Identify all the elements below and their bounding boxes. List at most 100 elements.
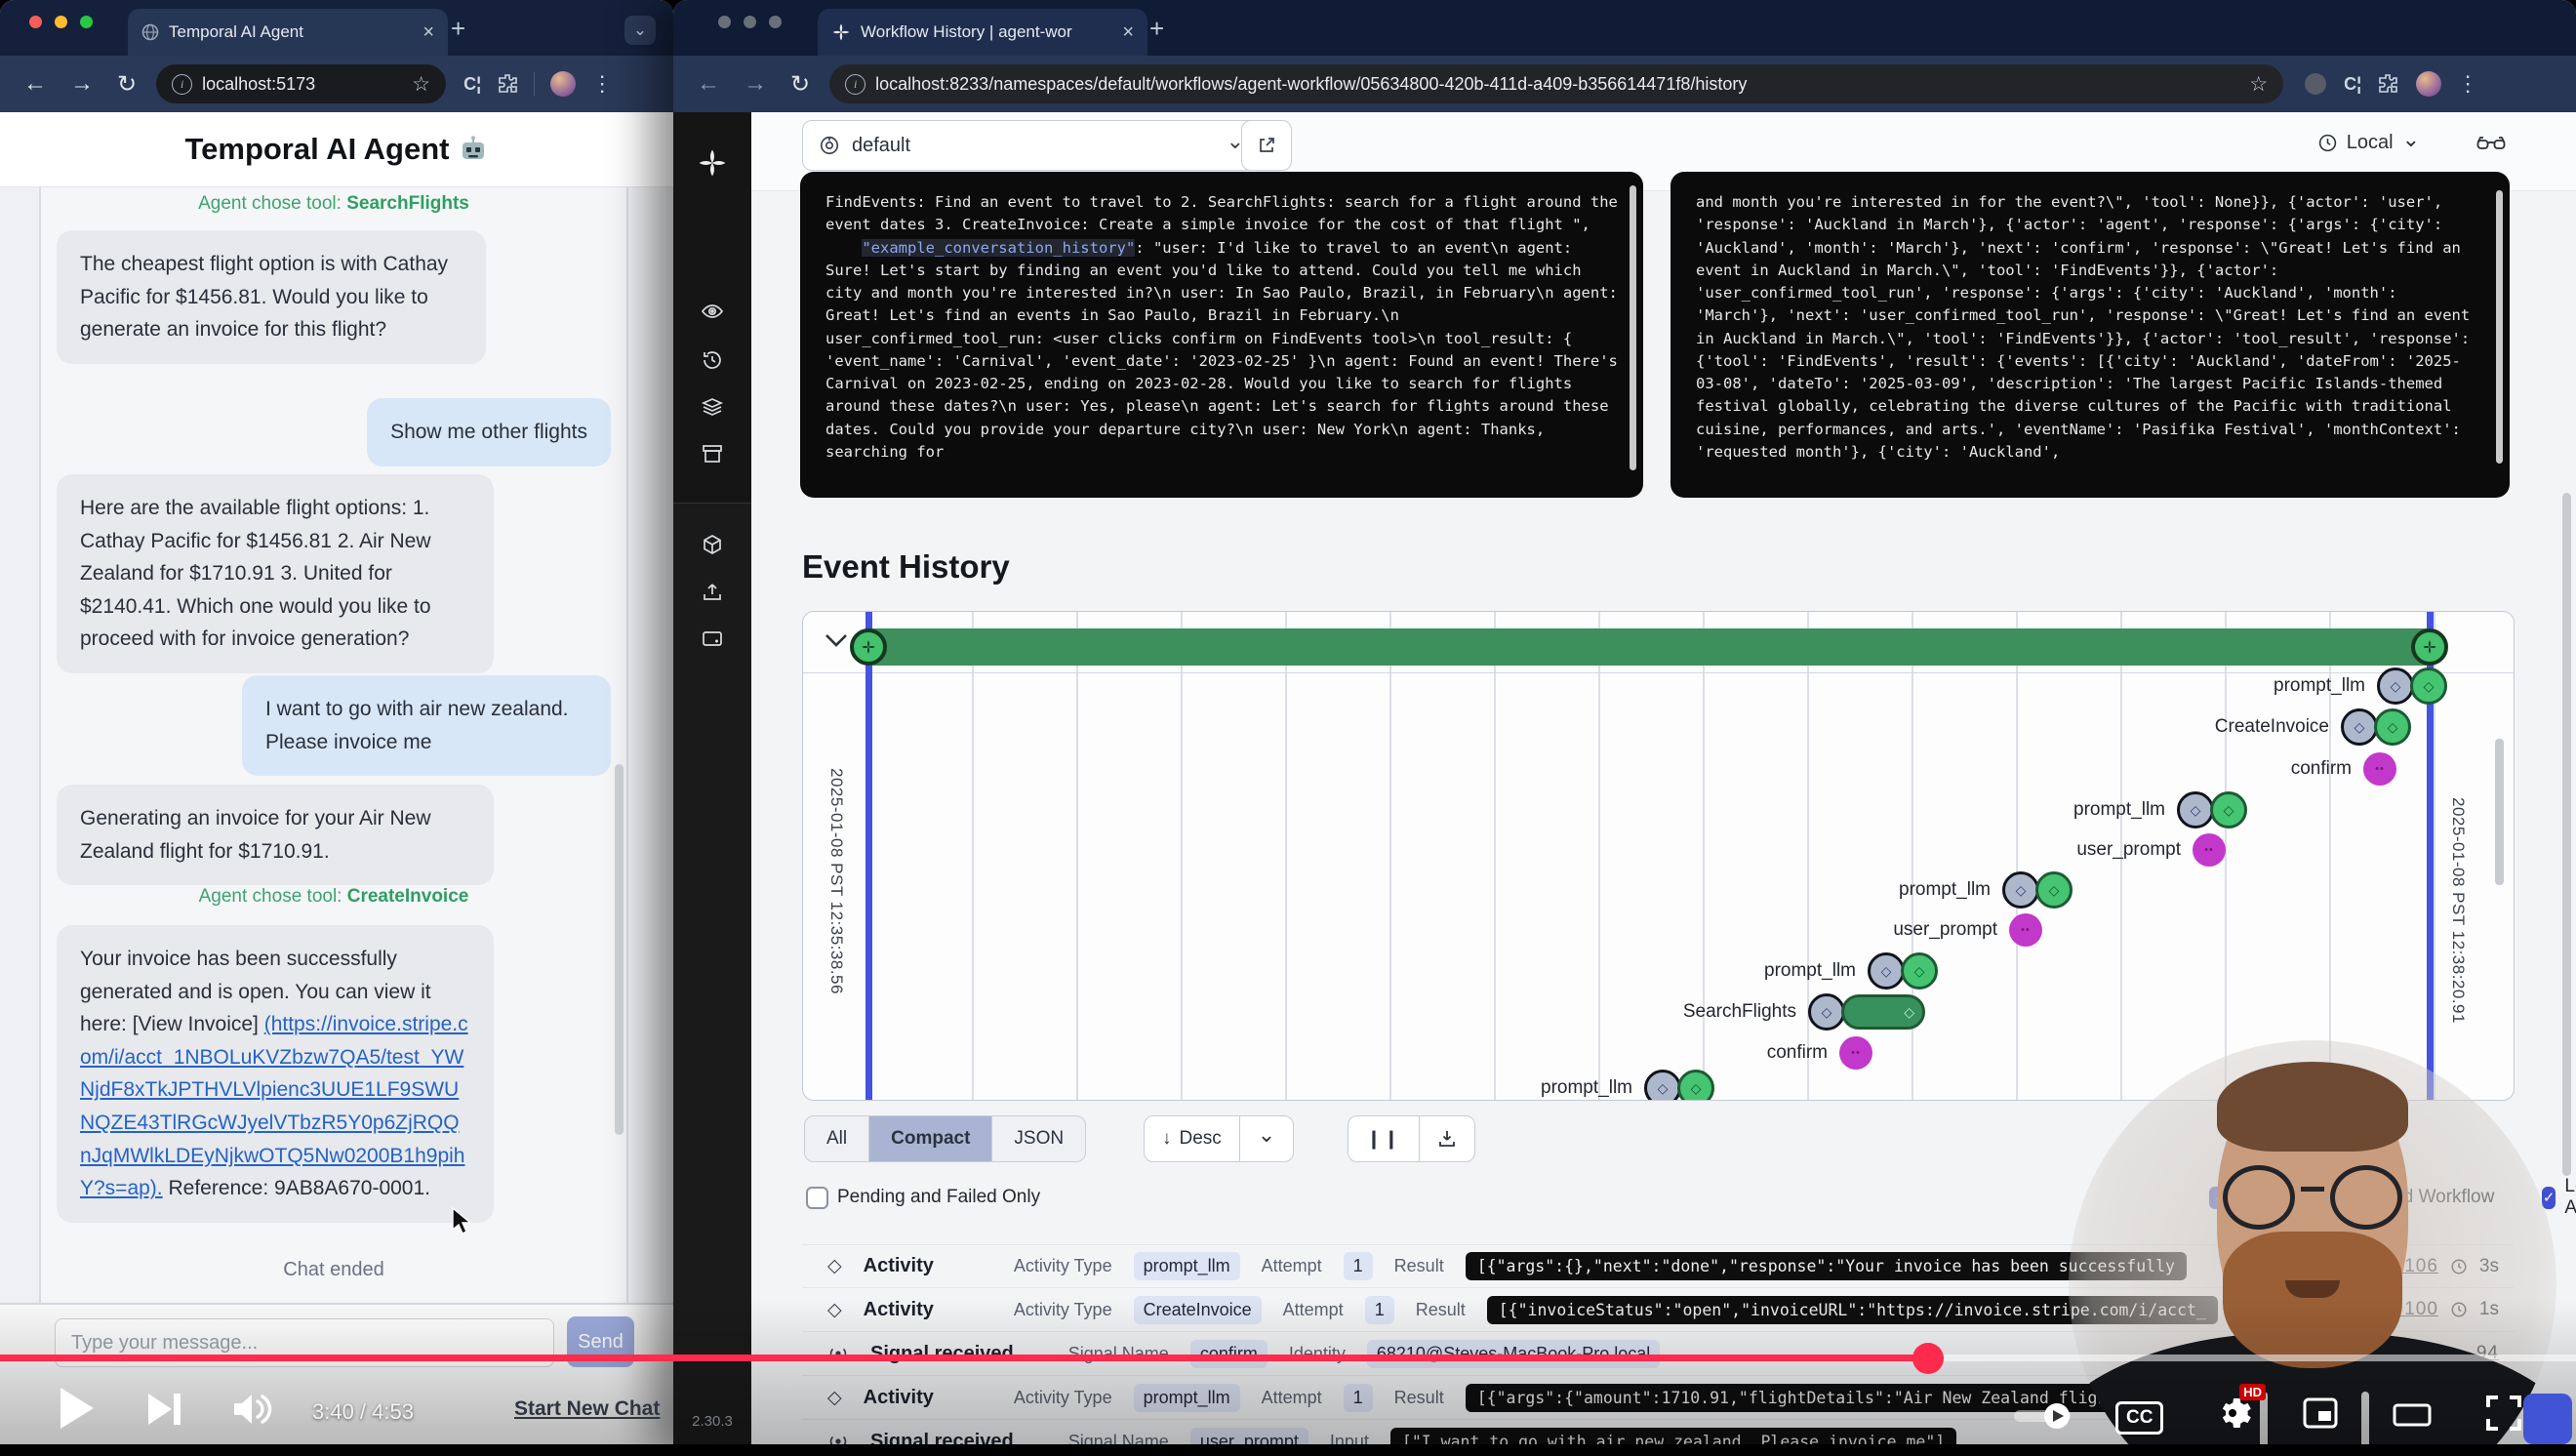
- activity-completed-marker[interactable]: ◇: [1901, 952, 1938, 990]
- browser-menu-icon[interactable]: ⋮: [2457, 71, 2478, 97]
- extension-icon[interactable]: [2305, 73, 2326, 95]
- reload-icon[interactable]: ↻: [790, 70, 810, 99]
- forward-icon[interactable]: →: [744, 70, 767, 98]
- timezone-select[interactable]: Local ⌄: [2317, 132, 2420, 154]
- timeline-event-row[interactable]: CreateInvoice ◇ ◇: [2215, 708, 2411, 747]
- miniplayer-button[interactable]: [2303, 1397, 2338, 1429]
- code-scrollbar[interactable]: [1630, 185, 1636, 470]
- back-icon[interactable]: ←: [697, 70, 720, 98]
- timeline-event-row[interactable]: prompt_llm ◇ ◇: [1764, 951, 1938, 991]
- reload-icon[interactable]: ↻: [117, 70, 137, 99]
- schedules-clock-icon[interactable]: [673, 348, 751, 372]
- open-namespace-button[interactable]: [1241, 120, 1292, 171]
- namespace-select[interactable]: default ⌄: [802, 120, 1261, 171]
- timeline-event-row[interactable]: prompt_llm ◇ ◇: [2274, 667, 2447, 706]
- autoplay-toggle[interactable]: [2014, 1403, 2071, 1429]
- pause-button[interactable]: ❙❙: [1348, 1116, 1420, 1161]
- window-controls[interactable]: [29, 16, 93, 28]
- video-progress-played[interactable]: [0, 1355, 1930, 1361]
- view-compact-button[interactable]: Compact: [869, 1116, 992, 1161]
- page-scrollbar[interactable]: [2562, 493, 2571, 1176]
- minimize-window-button[interactable]: [744, 16, 756, 28]
- activity-scheduled-marker[interactable]: ◇: [2377, 667, 2414, 705]
- profile-avatar[interactable]: [2416, 71, 2441, 97]
- profile-avatar[interactable]: [550, 71, 576, 97]
- minimize-window-button[interactable]: [55, 16, 67, 28]
- event-history-timeline[interactable]: 2025-01-08 PST 12:35:38.56 2025-01-08 PS…: [802, 611, 2515, 1101]
- timeline-event-row[interactable]: user_prompt ••: [1893, 910, 2042, 950]
- signal-marker[interactable]: ••: [2009, 913, 2042, 947]
- claude-extension-icon[interactable]: C¦: [2344, 74, 2361, 95]
- close-window-button[interactable]: [718, 16, 731, 28]
- view-json-button[interactable]: JSON: [992, 1116, 1085, 1161]
- new-tab-button[interactable]: +: [1149, 14, 1164, 44]
- close-window-button[interactable]: [29, 16, 42, 28]
- workflow-start-marker[interactable]: [850, 628, 887, 666]
- browser-menu-icon[interactable]: ⋮: [591, 71, 613, 97]
- activity-completed-marker[interactable]: ◇: [2410, 667, 2447, 705]
- video-scrubber-handle[interactable]: [1912, 1343, 1944, 1374]
- labs-glasses-icon[interactable]: [2476, 134, 2506, 160]
- signal-marker[interactable]: ••: [2193, 833, 2226, 867]
- activity-completed-marker[interactable]: ◇: [2374, 708, 2411, 746]
- activity-scheduled-marker[interactable]: ◇: [2341, 708, 2378, 746]
- workflow-input-json-right[interactable]: and month you're interested in for the e…: [1670, 172, 2510, 498]
- timeline-event-row[interactable]: confirm ••: [2291, 749, 2396, 789]
- workflow-execution-bar[interactable]: [869, 628, 2433, 666]
- bookmark-star-icon[interactable]: ☆: [2249, 72, 2268, 97]
- activity-scheduled-marker[interactable]: ◇: [2002, 871, 2039, 909]
- pending-failed-filter[interactable]: Pending and Failed Only: [806, 1184, 1040, 1211]
- theater-mode-button[interactable]: [2393, 1403, 2432, 1427]
- sort-chevron-button[interactable]: ⌄: [1240, 1116, 1293, 1161]
- invoice-link[interactable]: (https://invoice.stripe.com/i/acct_1NBOL…: [80, 1013, 468, 1199]
- activity-scheduled-marker[interactable]: ◇: [2177, 791, 2214, 829]
- view-all-button[interactable]: All: [805, 1116, 869, 1161]
- temporal-logo-icon[interactable]: [673, 147, 751, 179]
- archive-box-icon[interactable]: [673, 442, 751, 465]
- site-info-icon[interactable]: i: [172, 74, 192, 95]
- timeline-event-row[interactable]: SearchFlights ◇ ◇: [1683, 992, 1925, 1031]
- signal-marker[interactable]: ••: [2363, 752, 2396, 786]
- extensions-puzzle-icon[interactable]: [2377, 73, 2398, 95]
- tab-temporal-ai-agent[interactable]: Temporal AI Agent ×: [128, 9, 448, 56]
- back-icon[interactable]: ←: [23, 70, 47, 98]
- batch-layers-icon[interactable]: [673, 395, 751, 419]
- activity-duration-bar[interactable]: ◇: [1841, 994, 1925, 1030]
- timeline-event-row[interactable]: user_prompt ••: [2076, 830, 2226, 870]
- close-tab-icon[interactable]: ×: [423, 21, 434, 44]
- close-tab-icon[interactable]: ×: [1122, 21, 1134, 44]
- play-button[interactable]: [57, 1386, 96, 1431]
- address-bar[interactable]: i localhost:5173 ☆: [156, 64, 446, 103]
- tab-search-chevron[interactable]: ⌄: [624, 16, 656, 45]
- timeline-scrollbar[interactable]: [2495, 739, 2504, 885]
- deployments-cube-icon[interactable]: [673, 534, 751, 557]
- activity-scheduled-marker[interactable]: ◇: [1644, 1070, 1681, 1101]
- workflow-end-marker[interactable]: [2411, 628, 2448, 666]
- signal-marker[interactable]: ••: [1839, 1036, 1872, 1070]
- workflows-eye-icon[interactable]: [673, 300, 751, 323]
- address-bar[interactable]: i localhost:8233/namespaces/default/work…: [829, 64, 2283, 103]
- chat-scrollbar[interactable]: [615, 764, 624, 1135]
- code-scrollbar[interactable]: [2496, 190, 2503, 464]
- scroll-to-top-fab[interactable]: [2523, 1394, 2572, 1444]
- settings-gear-button[interactable]: HD: [2213, 1394, 2252, 1433]
- activity-completed-marker[interactable]: ◇: [2035, 871, 2073, 909]
- download-button[interactable]: [1420, 1116, 1474, 1161]
- zoom-window-button[interactable]: [769, 16, 782, 28]
- forward-icon[interactable]: →: [70, 70, 94, 98]
- captions-button[interactable]: CC: [2115, 1401, 2163, 1435]
- sort-desc-button[interactable]: ↓Desc: [1145, 1116, 1240, 1161]
- timeline-event-row[interactable]: prompt_llm ◇ ◇: [1541, 1069, 1714, 1101]
- video-progress-remaining[interactable]: [1930, 1355, 2576, 1361]
- workflow-input-json-left[interactable]: FindEvents: Find an event to travel to 2…: [800, 172, 1643, 498]
- timeline-event-row[interactable]: confirm ••: [1767, 1033, 1872, 1072]
- activity-scheduled-marker[interactable]: ◇: [1808, 993, 1845, 1031]
- start-new-chat-link[interactable]: Start New Chat: [514, 1397, 660, 1421]
- activity-completed-marker[interactable]: ◇: [1677, 1070, 1714, 1101]
- import-upload-icon[interactable]: [673, 581, 751, 604]
- collapse-timeline-chevron[interactable]: [825, 633, 848, 652]
- bookmark-star-icon[interactable]: ☆: [412, 72, 430, 97]
- claude-extension-icon[interactable]: C¦: [463, 74, 481, 95]
- tab-workflow-history[interactable]: Workflow History | agent-wor ×: [818, 9, 1147, 56]
- next-video-button[interactable]: [146, 1392, 183, 1427]
